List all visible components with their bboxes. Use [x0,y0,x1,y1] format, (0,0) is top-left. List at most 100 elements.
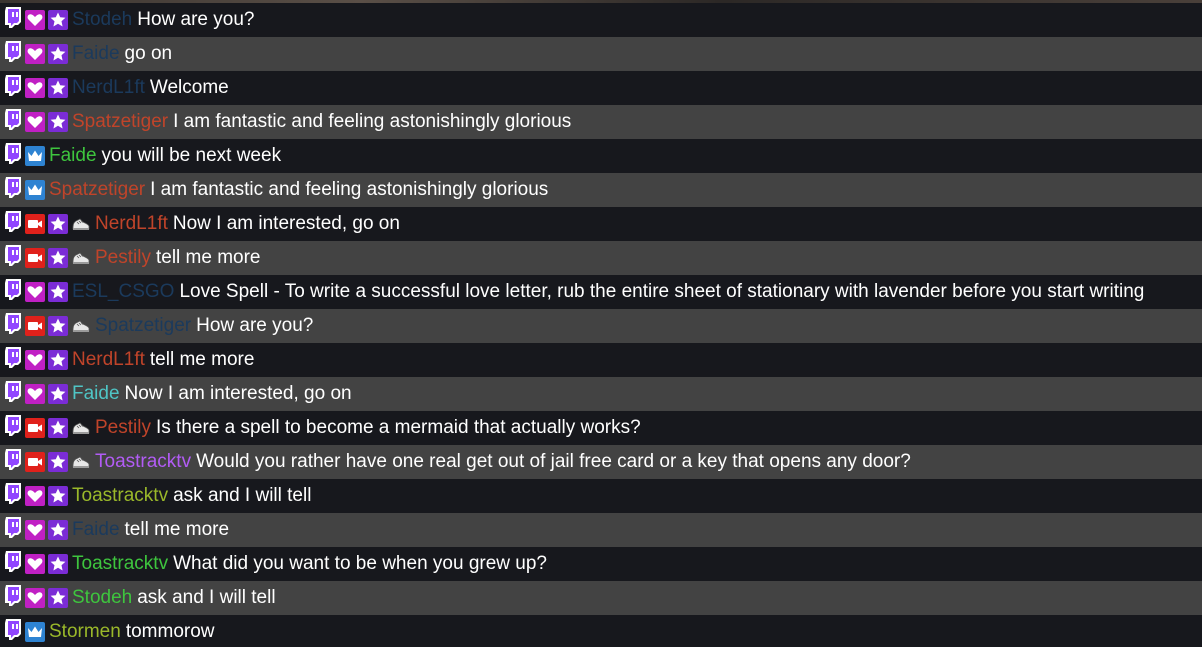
chat-message-row: NerdL1ft Now I am interested, go on [0,207,1202,241]
username[interactable]: Faide [72,43,120,65]
chat-message-row: Stormen tommorow [0,615,1202,647]
badge-group [4,71,71,105]
star-icon[interactable] [48,452,68,472]
badge-group [4,105,71,139]
badge-group [4,445,94,479]
twitch-icon[interactable] [4,550,22,572]
twitch-icon[interactable] [4,108,22,130]
twitch-icon[interactable] [4,40,22,62]
star-icon[interactable] [48,282,68,302]
heart-icon[interactable] [25,44,45,64]
username[interactable]: Faide [49,145,97,167]
sneaker-icon[interactable] [71,316,91,336]
star-icon[interactable] [48,554,68,574]
badge-group [4,173,48,207]
twitch-icon[interactable] [4,312,22,334]
twitch-icon[interactable] [4,6,22,28]
star-icon[interactable] [48,248,68,268]
username[interactable]: Spatzetiger [72,111,168,133]
username[interactable]: Spatzetiger [49,179,145,201]
heart-icon[interactable] [25,78,45,98]
heart-icon[interactable] [25,10,45,30]
username[interactable]: Stormen [49,621,121,643]
twitch-icon[interactable] [4,142,22,164]
message-text: I am fantastic and feeling astonishingly… [150,179,549,200]
username[interactable]: NerdL1ft [72,77,145,99]
username[interactable]: Stodeh [72,9,132,31]
twitch-icon[interactable] [4,74,22,96]
heart-icon[interactable] [25,112,45,132]
twitch-icon[interactable] [4,584,22,606]
twitch-icon[interactable] [4,448,22,470]
camera-icon[interactable] [25,418,45,438]
badge-group [4,615,48,647]
message-text: I am fantastic and feeling astonishingly… [173,111,572,132]
star-icon[interactable] [48,486,68,506]
twitch-icon[interactable] [4,346,22,368]
heart-icon[interactable] [25,384,45,404]
camera-icon[interactable] [25,452,45,472]
heart-icon[interactable] [25,282,45,302]
heart-icon[interactable] [25,486,45,506]
chat-message-row: Pestily tell me more [0,241,1202,275]
heart-icon[interactable] [25,588,45,608]
username[interactable]: Pestily [95,247,151,269]
username[interactable]: Toastracktv [72,553,168,575]
badge-group [4,37,71,71]
twitch-icon[interactable] [4,482,22,504]
username[interactable]: Stodeh [72,587,132,609]
heart-icon[interactable] [25,520,45,540]
badge-group [4,343,71,377]
twitch-icon[interactable] [4,210,22,232]
twitch-icon[interactable] [4,414,22,436]
star-icon[interactable] [48,350,68,370]
camera-icon[interactable] [25,316,45,336]
sneaker-icon[interactable] [71,452,91,472]
twitch-icon[interactable] [4,278,22,300]
star-icon[interactable] [48,588,68,608]
message-text: go on [124,43,173,64]
chat-message-row: Stodeh How are you? [0,3,1202,37]
username[interactable]: Spatzetiger [95,315,191,337]
star-icon[interactable] [48,112,68,132]
badge-group [4,377,71,411]
message-text: ask and I will tell [137,587,276,608]
camera-icon[interactable] [25,214,45,234]
camera-icon[interactable] [25,248,45,268]
chat-message-row: Faide go on [0,37,1202,71]
star-icon[interactable] [48,384,68,404]
crown-icon[interactable] [25,622,45,642]
star-icon[interactable] [48,520,68,540]
star-icon[interactable] [48,418,68,438]
twitch-icon[interactable] [4,176,22,198]
username[interactable]: Faide [72,519,120,541]
chat-message-row: Spatzetiger I am fantastic and feeling as… [0,173,1202,207]
twitch-icon[interactable] [4,380,22,402]
chat-message-row: Pestily Is there a spell to become a merm… [0,411,1202,445]
username[interactable]: Faide [72,383,120,405]
username[interactable]: NerdL1ft [72,349,145,371]
username[interactable]: Pestily [95,417,151,439]
star-icon[interactable] [48,44,68,64]
heart-icon[interactable] [25,554,45,574]
sneaker-icon[interactable] [71,214,91,234]
star-icon[interactable] [48,214,68,234]
message-text: tommorow [125,621,215,642]
heart-icon[interactable] [25,350,45,370]
twitch-icon[interactable] [4,244,22,266]
username[interactable]: Toastracktv [95,451,191,473]
username[interactable]: NerdL1ft [95,213,168,235]
star-icon[interactable] [48,316,68,336]
sneaker-icon[interactable] [71,248,91,268]
username[interactable]: Toastracktv [72,485,168,507]
crown-icon[interactable] [25,180,45,200]
crown-icon[interactable] [25,146,45,166]
username[interactable]: ESL_CSGO [72,281,174,303]
twitch-icon[interactable] [4,618,22,640]
star-icon[interactable] [48,10,68,30]
badge-group [4,309,94,343]
star-icon[interactable] [48,78,68,98]
sneaker-icon[interactable] [71,418,91,438]
twitch-icon[interactable] [4,516,22,538]
chat-message-row: Spatzetiger I am fantastic and feeling as… [0,105,1202,139]
